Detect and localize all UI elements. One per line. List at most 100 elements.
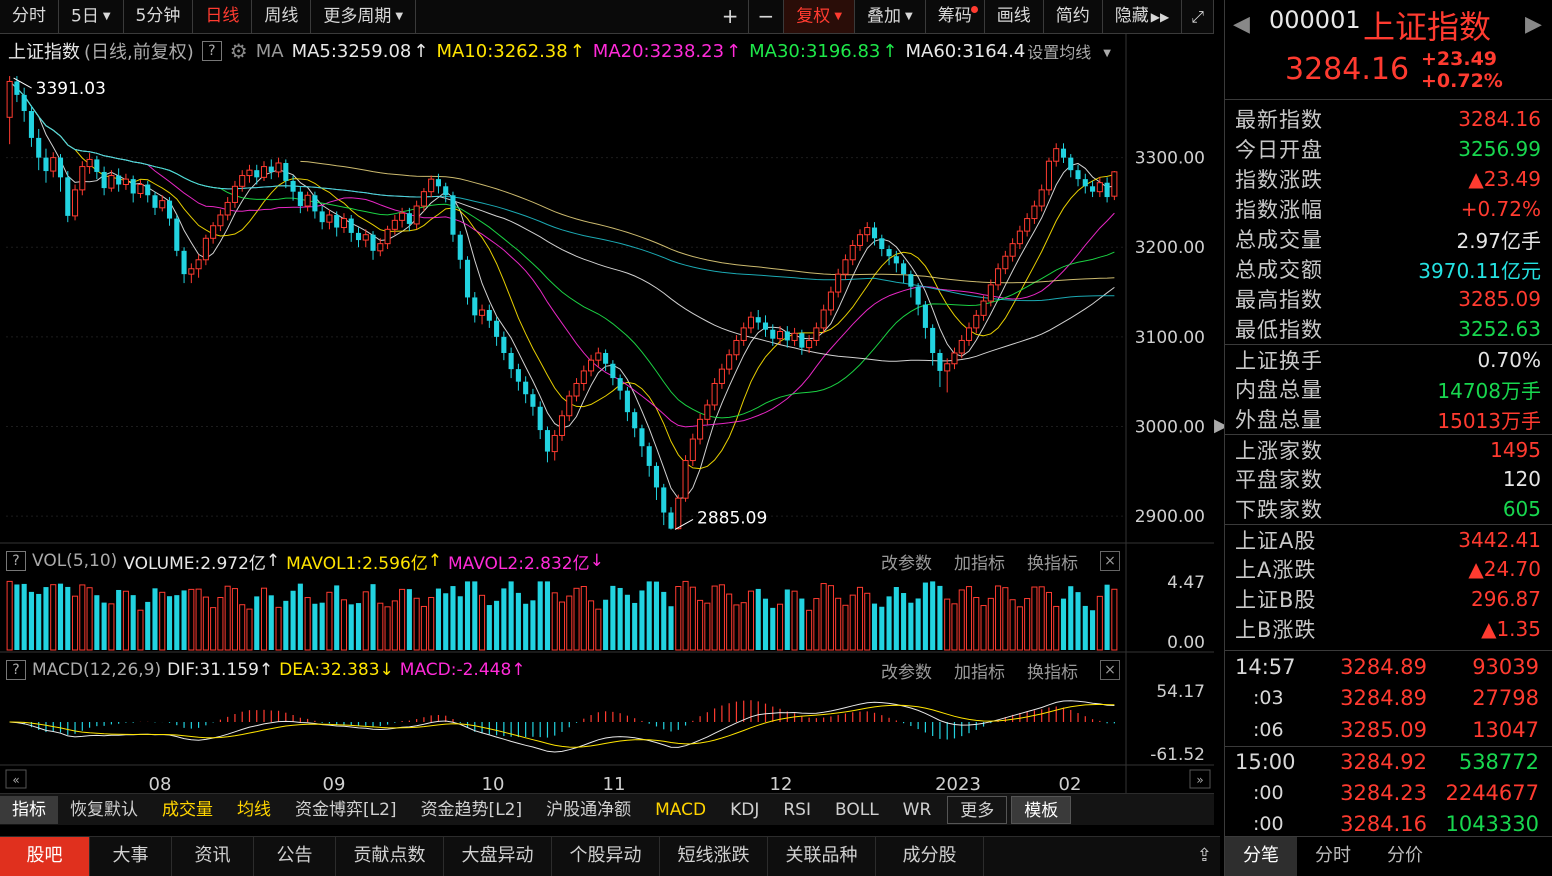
quote-row: 总成交量 2.97亿手: [1225, 224, 1552, 254]
tab-timeshare[interactable]: 分时: [1297, 837, 1369, 876]
candle-body-up: [566, 395, 573, 417]
tab-macd[interactable]: MACD: [643, 796, 718, 824]
candle-body-down: [464, 259, 471, 298]
tab-ma[interactable]: 均线: [225, 796, 283, 824]
quote-label: 上证A股: [1235, 528, 1317, 553]
tab-announcements[interactable]: 公告: [254, 837, 336, 876]
volume-bar-up: [820, 583, 827, 651]
candle-body-down: [36, 137, 42, 158]
prev-stock-icon[interactable]: ◀: [1233, 12, 1250, 37]
candle-body-up: [1016, 230, 1023, 245]
quote-row: 上A涨跌 ▲24.70: [1225, 554, 1552, 584]
candle-body-down: [254, 170, 260, 178]
tab-news[interactable]: 资讯: [172, 837, 254, 876]
quote-label: 最高指数: [1235, 288, 1323, 312]
volume-bar-up: [340, 599, 348, 651]
volume-bar-up: [1024, 598, 1031, 651]
volume-bar-up: [689, 586, 696, 651]
volume-bar-up: [864, 592, 871, 651]
tick-time: :06: [1253, 718, 1284, 741]
quote-value: 3285.09: [1458, 287, 1541, 311]
candle-body-up: [951, 352, 958, 365]
candle-body-down: [508, 353, 514, 370]
collapse-panel-icon[interactable]: ▶: [1214, 415, 1228, 451]
tab-rsi[interactable]: RSI: [771, 796, 823, 824]
candle-body-down: [646, 446, 652, 466]
volume-bar-up: [1038, 586, 1045, 651]
change-percent: +0.72%: [1421, 70, 1503, 92]
tab-wr[interactable]: WR: [891, 796, 944, 824]
change-value: +23.49: [1421, 48, 1498, 70]
tick-row: :03 3284.89 27798: [1225, 683, 1552, 715]
tab-capital-game[interactable]: 资金博弈[L2]: [283, 796, 409, 824]
candle-body-down: [130, 179, 136, 194]
volume-bar-up: [1009, 599, 1016, 651]
tab-boll[interactable]: BOLL: [823, 796, 891, 824]
quote-label: 外盘总量: [1235, 408, 1323, 432]
tab-capital-trend[interactable]: 资金趋势[L2]: [409, 796, 535, 824]
quote-row: 外盘总量 15013万手: [1225, 404, 1552, 434]
volume-bar-down: [435, 588, 441, 650]
quote-value: 1495: [1490, 437, 1541, 462]
tab-contribution[interactable]: 贡献点数: [336, 837, 444, 876]
candle-body-up: [580, 370, 587, 384]
tab-restore-default[interactable]: 恢复默认: [58, 796, 150, 824]
volume-bar-down: [908, 602, 914, 650]
tab-volume[interactable]: 成交量: [150, 796, 225, 824]
volume-bar-down: [145, 601, 151, 650]
candle-body-up: [217, 214, 224, 227]
tab-forum[interactable]: 股吧: [0, 837, 90, 876]
candle-body-up: [1038, 189, 1045, 207]
export-icon[interactable]: ⇪: [984, 837, 1220, 876]
tab-constituents[interactable]: 成分股: [876, 837, 984, 876]
x-axis-label: 12: [770, 774, 793, 793]
volume-bar-down: [116, 589, 122, 650]
volume-bars: [6, 580, 1118, 651]
volume-bar-up: [558, 601, 566, 651]
candle-body-up: [224, 201, 231, 216]
volume-bar-up: [246, 608, 253, 651]
volume-bar-down: [486, 605, 492, 650]
volume-bar-down: [348, 604, 354, 650]
candle-body-up: [551, 434, 558, 453]
quote-label: 上涨家数: [1235, 438, 1323, 463]
volume-bar-up: [202, 596, 209, 651]
tab-template[interactable]: 模板: [1011, 795, 1072, 824]
volume-bar-up: [740, 602, 747, 651]
tab-indicator[interactable]: 指标: [0, 795, 58, 824]
tick-time: 14:57: [1235, 654, 1296, 679]
tab-events[interactable]: 大事: [90, 837, 172, 876]
kline-chart[interactable]: 3300.00 3200.00 3100.00 3000.00 2900.00 3391.…: [0, 0, 1214, 793]
tab-short-term[interactable]: 短线涨跌: [660, 837, 768, 876]
volume-bar-down: [457, 596, 463, 650]
candle-body-down: [603, 353, 609, 364]
candle-body-up: [340, 218, 348, 229]
volume-bar-up: [326, 591, 333, 651]
tick-row: :06 3285.09 13047: [1225, 714, 1552, 746]
volume-bar-up: [1031, 586, 1038, 651]
tab-ticks[interactable]: 分笔: [1225, 837, 1297, 876]
tab-northbound[interactable]: 沪股通净额: [534, 796, 643, 824]
candle-body-up: [72, 189, 79, 217]
tab-related[interactable]: 关联品种: [768, 837, 876, 876]
stock-code: 000001: [1269, 6, 1361, 34]
tick-volume: 93039: [1472, 654, 1539, 679]
volume-bar-up: [72, 595, 79, 651]
next-stock-icon[interactable]: ▶: [1525, 12, 1542, 37]
volume-bar-up: [122, 590, 129, 651]
candle-body-up: [856, 234, 864, 246]
candle-body-down: [43, 157, 49, 172]
tab-more[interactable]: 更多: [947, 795, 1008, 824]
tab-price-dist[interactable]: 分价: [1369, 837, 1441, 876]
tab-market-moves[interactable]: 大盘异动: [444, 837, 552, 876]
tab-kdj[interactable]: KDJ: [718, 796, 771, 824]
volume-bar-down: [1090, 610, 1096, 650]
volume-bar-down: [319, 602, 325, 650]
tab-stock-moves[interactable]: 个股异动: [552, 837, 660, 876]
volume-bar-up: [595, 608, 602, 651]
candle-body-down: [1068, 157, 1074, 171]
candle-body-up: [1111, 171, 1118, 197]
quote-value: 3284.16: [1458, 107, 1541, 131]
volume-bar-up: [566, 595, 573, 651]
chart-grid: [0, 34, 1214, 793]
